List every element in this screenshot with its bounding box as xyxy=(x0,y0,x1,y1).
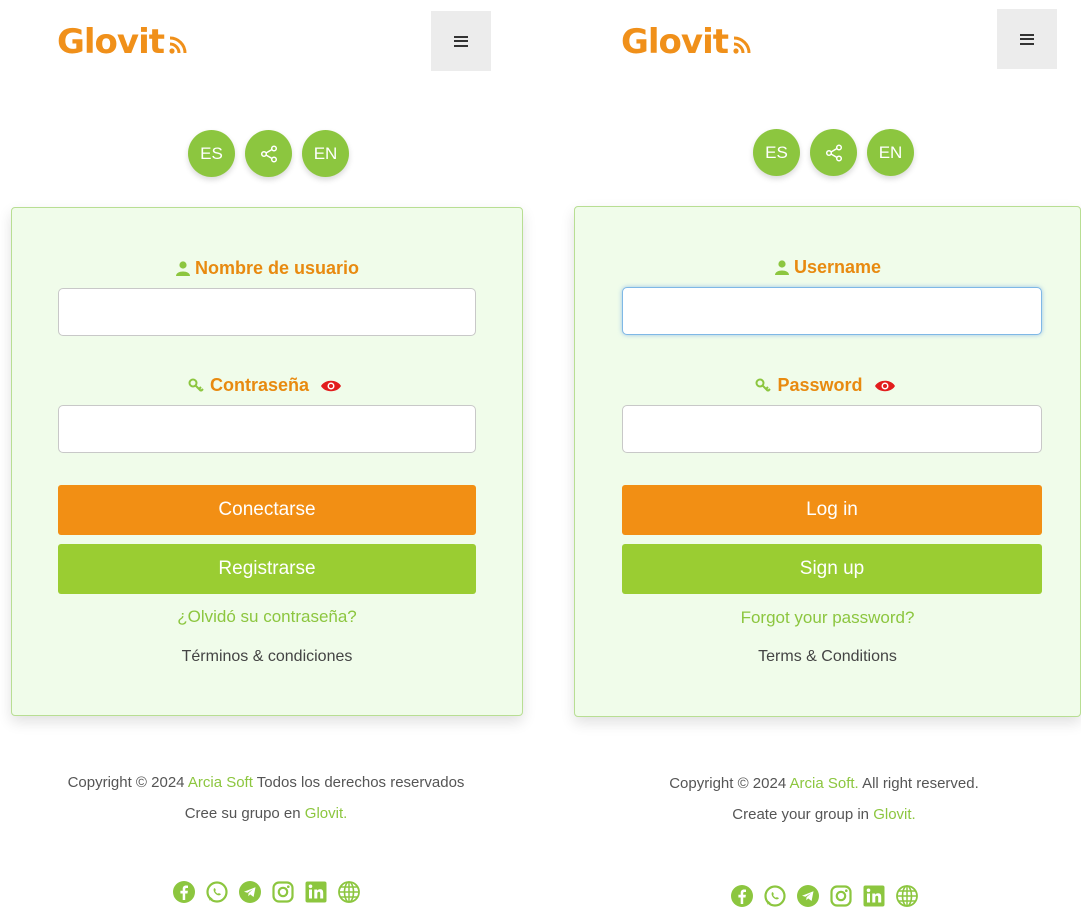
lang-es-button[interactable]: ES xyxy=(753,129,800,176)
login-card: Username Password Log in Sign up Forgot … xyxy=(574,206,1081,717)
brand-text: Glovit xyxy=(621,22,729,62)
social-links xyxy=(564,884,1081,908)
password-label: Contraseña xyxy=(12,375,522,398)
share-icon xyxy=(260,144,277,163)
whatsapp-icon[interactable] xyxy=(763,884,787,908)
copyright-prefix: Copyright © 2024 xyxy=(669,775,787,792)
rss-icon xyxy=(168,24,188,64)
share-button[interactable] xyxy=(810,129,857,176)
whatsapp-icon[interactable] xyxy=(205,880,229,904)
username-label-text: Nombre de usuario xyxy=(194,258,360,278)
linkedin-icon[interactable] xyxy=(304,880,328,904)
footer-create-group: Create your group in Glovit. xyxy=(564,806,1081,823)
share-icon xyxy=(825,143,842,162)
company-link[interactable]: Arcia Soft xyxy=(188,774,253,791)
user-icon xyxy=(774,259,790,280)
username-input[interactable] xyxy=(622,287,1042,335)
password-label: Password xyxy=(575,375,1080,398)
username-input[interactable] xyxy=(58,288,476,336)
copyright-prefix: Copyright © 2024 xyxy=(67,774,185,791)
rights-text: All right reserved. xyxy=(862,775,979,792)
language-switcher: ES EN xyxy=(753,129,914,176)
footer-copyright: Copyright © 2024 Arcia Soft. All right r… xyxy=(564,775,1081,792)
forgot-password-link[interactable]: Forgot your password? xyxy=(575,608,1080,628)
company-link[interactable]: Arcia Soft. xyxy=(790,775,859,792)
create-group-text: Create your group in xyxy=(732,806,870,823)
create-group-text: Cree su grupo en xyxy=(184,805,301,822)
glovit-link[interactable]: Glovit. xyxy=(873,806,916,823)
brand-logo[interactable]: Glovit xyxy=(621,22,752,64)
terms-link[interactable]: Terms & Conditions xyxy=(575,648,1080,666)
signup-button[interactable]: Registrarse xyxy=(58,544,476,594)
facebook-icon[interactable] xyxy=(730,884,754,908)
username-label-text: Username xyxy=(793,257,882,277)
lang-en-button[interactable]: EN xyxy=(867,129,914,176)
glovit-link[interactable]: Glovit. xyxy=(305,805,348,822)
rss-icon xyxy=(732,24,752,64)
forgot-password-link[interactable]: ¿Olvidó su contraseña? xyxy=(12,607,522,627)
share-button[interactable] xyxy=(245,130,292,177)
password-input[interactable] xyxy=(58,405,476,453)
lang-en-button[interactable]: EN xyxy=(302,130,349,177)
password-label-text: Contraseña xyxy=(209,375,309,395)
login-card: Nombre de usuario Contraseña Conectarse … xyxy=(11,207,523,716)
footer-create-group: Cree su grupo en Glovit. xyxy=(0,805,532,822)
menu-button[interactable] xyxy=(431,11,491,71)
social-links xyxy=(0,880,532,904)
key-icon xyxy=(188,377,206,398)
menu-icon xyxy=(1020,33,1034,45)
menu-button[interactable] xyxy=(997,9,1057,69)
language-switcher: ES EN xyxy=(188,130,349,177)
linkedin-icon[interactable] xyxy=(862,884,886,908)
password-label-text: Password xyxy=(777,375,863,395)
signup-button[interactable]: Sign up xyxy=(622,544,1042,594)
brand-text: Glovit xyxy=(57,22,165,62)
facebook-icon[interactable] xyxy=(172,880,196,904)
username-label: Nombre de usuario xyxy=(12,258,522,281)
password-input[interactable] xyxy=(622,405,1042,453)
terms-link[interactable]: Términos & condiciones xyxy=(12,648,522,666)
globe-icon[interactable] xyxy=(337,880,361,904)
eye-icon[interactable] xyxy=(874,377,896,398)
login-button[interactable]: Log in xyxy=(622,485,1042,535)
login-button[interactable]: Conectarse xyxy=(58,485,476,535)
rights-text: Todos los derechos reservados xyxy=(256,774,465,791)
eye-icon[interactable] xyxy=(320,377,342,398)
menu-icon xyxy=(454,35,468,47)
login-panel-es: Glovit ES EN Nombre de usuario Contraseñ… xyxy=(0,0,540,913)
instagram-icon[interactable] xyxy=(829,884,853,908)
user-icon xyxy=(175,260,191,281)
login-panel-en: Glovit ES EN Username Password Log in Si… xyxy=(564,0,1081,913)
instagram-icon[interactable] xyxy=(271,880,295,904)
telegram-icon[interactable] xyxy=(796,884,820,908)
lang-es-button[interactable]: ES xyxy=(188,130,235,177)
footer-copyright: Copyright © 2024 Arcia Soft Todos los de… xyxy=(0,774,532,791)
username-label: Username xyxy=(575,257,1080,280)
telegram-icon[interactable] xyxy=(238,880,262,904)
globe-icon[interactable] xyxy=(895,884,919,908)
key-icon xyxy=(755,377,773,398)
brand-logo[interactable]: Glovit xyxy=(57,22,188,64)
